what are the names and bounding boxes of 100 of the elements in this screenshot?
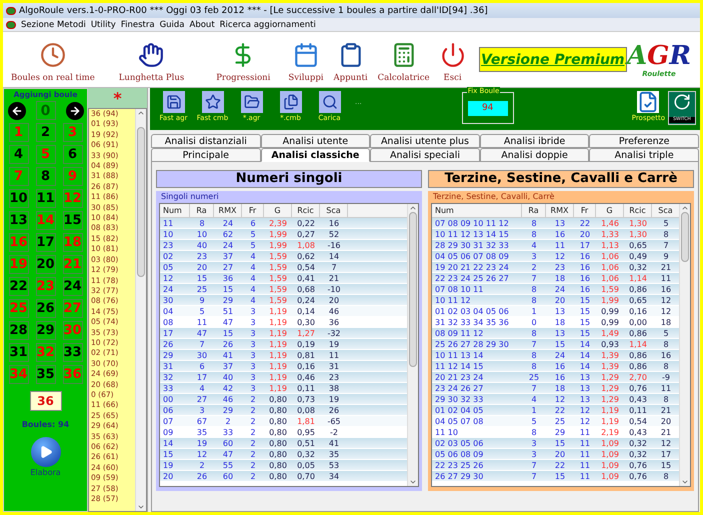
number-key[interactable]: 10 [8, 189, 28, 208]
table-cell-text: -32 [326, 328, 342, 338]
number-key[interactable]: 29 [36, 321, 56, 340]
scrollbar[interactable] [679, 204, 690, 486]
previous-button[interactable] [8, 102, 26, 120]
scroll-down-icon[interactable] [409, 478, 417, 486]
table-cell-text: 1,59 [268, 262, 288, 272]
menu-item[interactable]: Ricerca aggiornamenti [220, 18, 316, 30]
number-key[interactable]: 22 [8, 277, 28, 296]
tab[interactable]: Analisi ibride [480, 134, 590, 148]
menu-item[interactable]: Finestra [120, 18, 155, 30]
number-key[interactable]: 8 [36, 167, 56, 186]
table-cell-text: 0,16 [296, 361, 316, 371]
table-cell-text: 2 [249, 438, 257, 448]
tab[interactable]: Analisi classiche [260, 148, 370, 162]
table-cell-text: 22 23 25 26 [434, 460, 484, 470]
table-cell-text: 15 [222, 284, 234, 294]
column-header[interactable]: RMX [546, 204, 574, 217]
tab[interactable]: Analisi distanziali [151, 134, 261, 148]
column-header[interactable]: Rcic [624, 204, 652, 217]
table-cell-text: 13 [554, 328, 566, 338]
table-cell-text: 20 [162, 471, 174, 481]
scroll-up-icon[interactable] [137, 109, 145, 117]
toolbar-button[interactable]: Esci [434, 36, 471, 84]
number-key[interactable]: 13 [8, 211, 28, 230]
scroll-thumb[interactable] [409, 212, 417, 367]
menu-item[interactable]: Guida [160, 18, 185, 30]
table-cell-text: 16 [328, 218, 340, 228]
number-key[interactable]: 11 [36, 189, 56, 208]
scroll-down-icon[interactable] [681, 478, 689, 486]
number-key[interactable]: 33 [62, 343, 82, 362]
scroll-down-icon[interactable] [137, 503, 145, 511]
table-cell-text: 16 [660, 284, 672, 294]
table-cell-text: 31 [328, 361, 340, 371]
column-header[interactable]: Fr [574, 204, 596, 217]
table-cell-text: 1,30 [628, 218, 648, 228]
tab[interactable]: Analisi triple [589, 148, 699, 162]
table-cell-text: 0,70 [296, 471, 316, 481]
number-key[interactable]: 4 [8, 145, 28, 164]
scrollbar[interactable] [135, 109, 146, 511]
table-cell-text: 15 [222, 328, 234, 338]
number-key[interactable]: 6 [62, 145, 82, 164]
next-button[interactable] [66, 102, 84, 120]
table-cell-text: 19 [196, 438, 208, 448]
toolbar-button[interactable]: Sviluppi [283, 36, 329, 84]
tab[interactable]: Analisi utente [260, 134, 370, 148]
number-key[interactable]: 26 [36, 299, 56, 318]
table-cell-text: 0,51 [296, 438, 316, 448]
tab[interactable]: Analisi doppie [480, 148, 590, 162]
table-cell-text: 35 [196, 427, 208, 437]
menu-item[interactable]: About [190, 18, 215, 30]
number-key[interactable]: 17 [36, 233, 56, 252]
tab[interactable]: Analisi utente plus [370, 134, 480, 148]
right-arrow-icon [68, 104, 80, 116]
scroll-up-icon[interactable] [409, 204, 417, 212]
toolbar-button[interactable]: Boules on real time [6, 36, 100, 84]
table-cell-text: 23 [554, 262, 566, 272]
toolbar-button[interactable]: Lunghetta Plus [114, 36, 190, 84]
column-header[interactable]: Sca [320, 204, 348, 217]
toolbar-button[interactable]: Appunti [328, 36, 373, 84]
number-key[interactable]: 35 [36, 365, 56, 384]
menu-item[interactable]: Sezione Metodi [21, 18, 86, 30]
tab[interactable]: Preferenze [589, 134, 699, 148]
column-header[interactable]: G [596, 204, 624, 217]
column-header[interactable]: G [264, 204, 292, 217]
column-header[interactable]: Ra [190, 204, 214, 217]
column-header[interactable]: Rcic [292, 204, 320, 217]
table-cell-text: 29 30 32 33 [434, 394, 484, 404]
fix-boule-field[interactable]: 94 [468, 101, 508, 116]
table-cell-text: 20 [554, 449, 566, 459]
table-cell-text: 1,14 [628, 273, 648, 283]
scrollbar[interactable] [407, 204, 418, 486]
number-key[interactable]: 20 [36, 255, 56, 274]
table-cell-text: 28 29 30 31 32 33 [434, 240, 510, 250]
toolbar-button[interactable]: Progressioni [211, 36, 276, 84]
column-header[interactable]: Num [160, 204, 190, 217]
table-cell-text: 31 [162, 361, 174, 371]
column-header[interactable]: Ra [522, 204, 546, 217]
table-cell-text: 19 [162, 460, 174, 470]
table-cell-text: 20 [578, 229, 592, 239]
scroll-thumb[interactable] [681, 212, 689, 262]
table-cell-text: 2,19 [600, 427, 620, 437]
number-key[interactable]: 2 [36, 123, 56, 142]
toolbar-button[interactable]: Calcolatrice [372, 36, 435, 84]
left-arrow-icon [10, 104, 22, 116]
tab[interactable]: Analisi speciali [370, 148, 480, 162]
rotate-icon [673, 93, 691, 111]
tab[interactable]: Principale [151, 148, 261, 162]
table-cell-text: 10 11 12 13 14 15 [434, 229, 510, 239]
column-header[interactable]: Fr [242, 204, 264, 217]
number-key[interactable]: 15 [62, 211, 82, 230]
scroll-thumb[interactable] [137, 127, 145, 277]
table-cell-text: 8 [530, 284, 538, 294]
number-key[interactable]: 24 [62, 277, 82, 296]
number-key[interactable]: 28 [8, 321, 28, 340]
scroll-up-icon[interactable] [681, 204, 689, 212]
menu-item[interactable]: Utility [90, 18, 116, 30]
number-key[interactable]: 31 [8, 343, 28, 362]
column-header[interactable]: RMX [214, 204, 242, 217]
column-header[interactable]: Num [432, 204, 522, 217]
